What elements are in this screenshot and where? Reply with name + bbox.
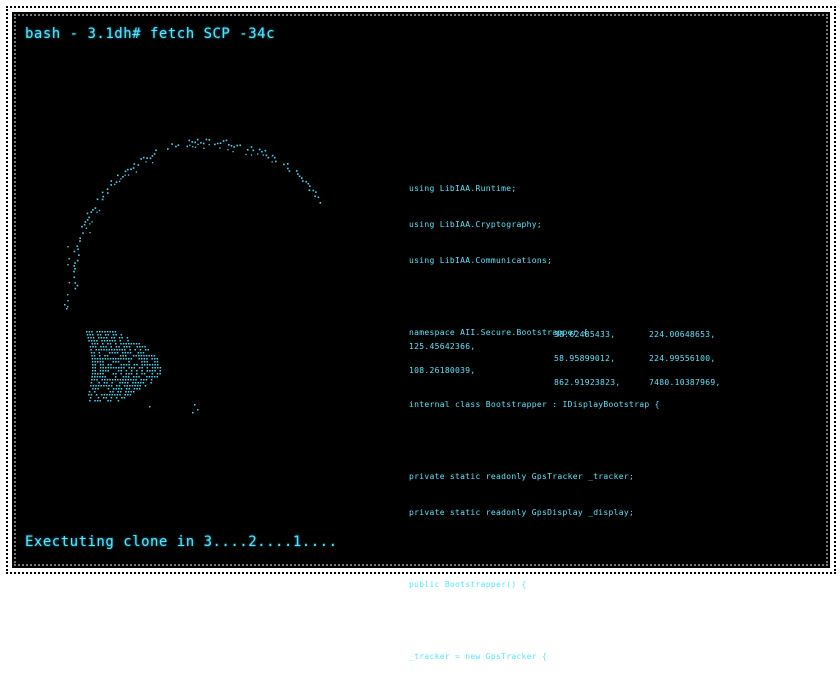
code-line: private static readonly GpsTracker _trac… [409, 472, 635, 481]
terminal-window[interactable]: bash - 3.1dh# fetch SCP -34c using LibIA… [12, 12, 830, 661]
coordinate-value: 224.00648653, [649, 330, 716, 339]
code-line: using LibIAA.Cryptography; [409, 220, 543, 229]
code-line: internal class Bootstrapper : IDisplayBo… [409, 400, 660, 409]
code-line: using LibIAA.Communications; [409, 256, 553, 265]
command-prompt: bash - 3.1dh# fetch SCP -34c [25, 26, 276, 42]
code-line: private static readonly GpsDisplay _disp… [409, 508, 635, 517]
code-line: using LibIAA.Runtime; [409, 184, 517, 193]
coordinate-value: 224.99556100, [649, 354, 716, 363]
coordinate-value: 58.95899012, [554, 354, 616, 363]
coordinate-row: 108.26180039, [409, 365, 749, 377]
coordinate-value: 38.62485433, [554, 330, 616, 339]
coordinate-value: 125.45642366, [409, 342, 476, 351]
coordinate-row: 862.91923823, 7480.10387969, [409, 377, 749, 389]
coordinate-readout: 38.62485433, 224.00648653, 125.45642366,… [409, 329, 749, 389]
coordinate-value: 108.26180039, [409, 366, 476, 375]
ascii-globe-graphic [64, 138, 322, 414]
status-line: Exectuting clone in 3....2....1.... [25, 534, 338, 550]
code-listing: using LibIAA.Runtime; using LibIAA.Crypt… [409, 159, 660, 687]
code-line: public Bootstrapper() { [409, 580, 527, 589]
coordinate-value: 7480.10387969, [649, 378, 721, 387]
coordinate-row: 38.62485433, 224.00648653, [409, 329, 749, 341]
coordinate-row: 125.45642366, [409, 341, 749, 353]
coordinate-value: 862.91923823, [554, 378, 621, 387]
coordinate-row: 58.95899012, 224.99556100, [409, 353, 749, 365]
code-line: _tracker = new GpsTracker { [409, 652, 548, 661]
